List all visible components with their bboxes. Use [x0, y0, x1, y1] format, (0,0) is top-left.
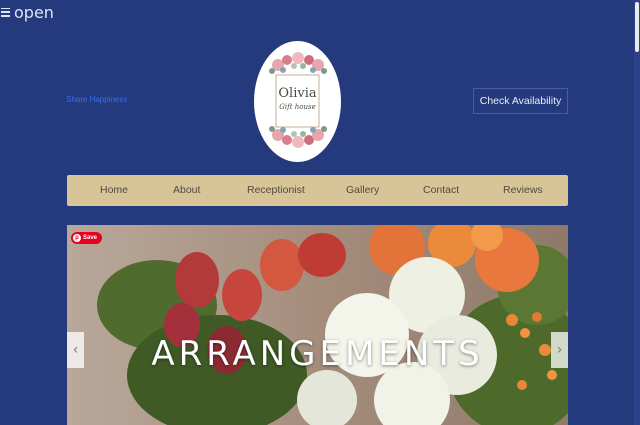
hero-slideshow[interactable]: ARRANGEMENTS p Save ‹ ›: [67, 225, 568, 425]
floral-wreath-decoration: [269, 52, 327, 148]
site-logo[interactable]: Olivia Gift house: [254, 41, 341, 162]
nav-item-reviews[interactable]: Reviews: [503, 175, 543, 206]
nav-item-receptionist[interactable]: Receptionist: [247, 175, 305, 206]
pinterest-save-button[interactable]: p Save: [71, 232, 103, 244]
tagline-link[interactable]: Share Happiness: [66, 95, 127, 104]
open-menu-label: open: [14, 2, 54, 22]
chevron-right-icon: ›: [556, 342, 563, 358]
hamburger-icon: [1, 7, 10, 17]
logo-name: Olivia: [278, 86, 317, 101]
flower-arrangement-image: [67, 225, 568, 425]
nav-item-about[interactable]: About: [173, 175, 200, 206]
nav-item-contact[interactable]: Contact: [423, 175, 459, 206]
nav-item-home[interactable]: Home: [100, 175, 128, 206]
scrollbar[interactable]: [634, 0, 640, 425]
logo-subtitle: Gift house: [279, 103, 316, 111]
page: open Share Happiness Olivia Gift house C…: [0, 0, 640, 425]
chevron-left-icon: ‹: [72, 342, 79, 358]
save-label: Save: [83, 235, 98, 241]
pinterest-icon: p: [73, 234, 81, 242]
open-menu-toggle[interactable]: open: [0, 1, 54, 23]
slide-prev-button[interactable]: ‹: [67, 332, 84, 368]
check-availability-button[interactable]: Check Availability: [473, 88, 568, 114]
scrollbar-thumb[interactable]: [635, 2, 639, 52]
slide-next-button[interactable]: ›: [551, 332, 568, 368]
nav-item-gallery[interactable]: Gallery: [346, 175, 379, 206]
hero-title: ARRANGEMENTS: [151, 334, 484, 374]
main-nav: Home About Receptionist Gallery Contact …: [67, 175, 568, 206]
